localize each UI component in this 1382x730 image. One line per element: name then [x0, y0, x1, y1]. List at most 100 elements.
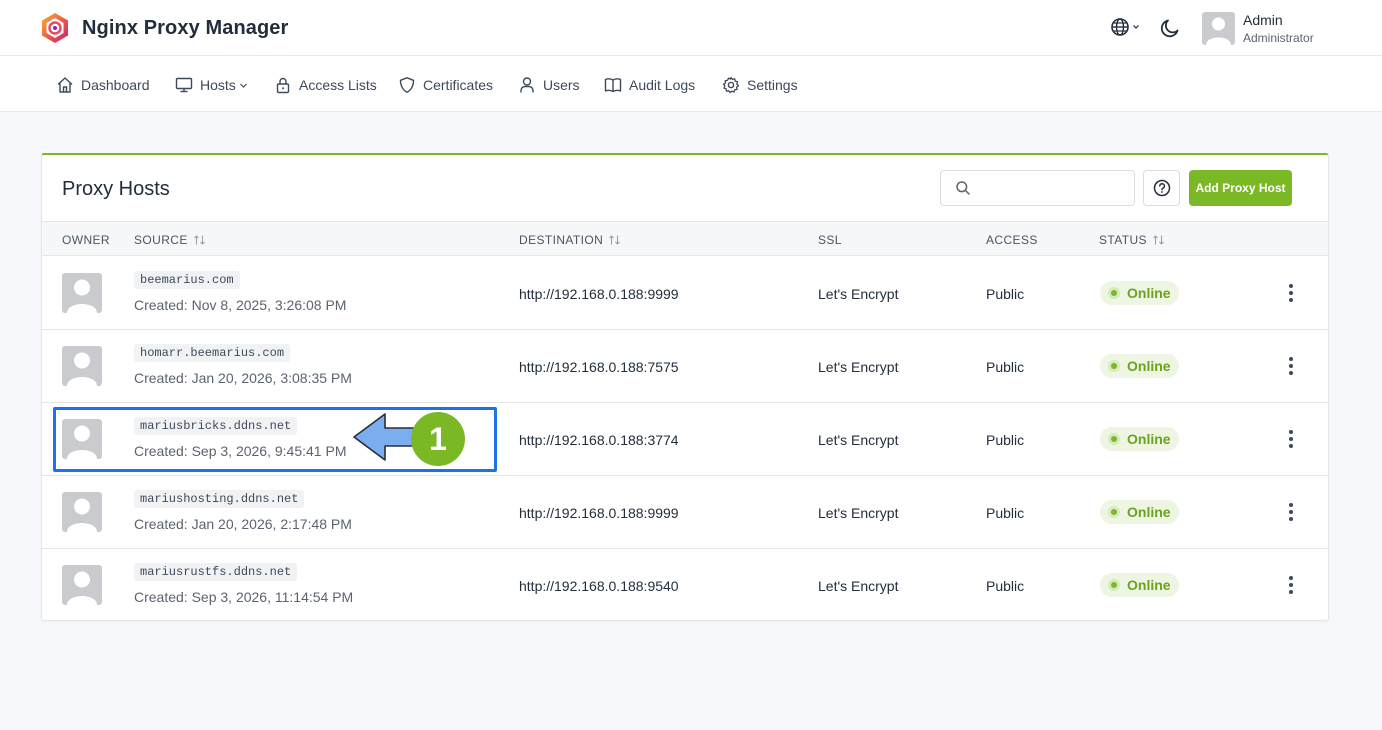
app-title: Nginx Proxy Manager: [82, 16, 289, 39]
status-label: Online: [1127, 577, 1171, 593]
status-badge: Online: [1100, 281, 1179, 305]
table-header: OWNER SOURCE DESTINATION SSL ACCESS STAT…: [42, 221, 1328, 256]
header-source-label: SOURCE: [134, 233, 188, 247]
avatar-placeholder-icon: [1206, 17, 1231, 45]
user-role: Administrator: [1243, 31, 1314, 45]
nav-settings-label: Settings: [747, 77, 798, 93]
access: Public: [986, 432, 1025, 448]
shield-icon: [399, 77, 415, 93]
destination: http://192.168.0.188:3774: [519, 432, 679, 448]
source-domain[interactable]: mariushosting.ddns.net: [134, 490, 305, 508]
table-row[interactable]: mariusrustfs.ddns.net Created: Sep 3, 20…: [42, 549, 1328, 622]
proxy-hosts-card: Proxy Hosts Add Proxy Host OWNER SOURCE …: [41, 153, 1329, 621]
source-domain[interactable]: beemarius.com: [134, 271, 240, 289]
monitor-icon: [175, 77, 193, 93]
created-date: Created: Jan 20, 2026, 2:17:48 PM: [134, 516, 352, 532]
user-avatar[interactable]: [1202, 12, 1235, 45]
nav-audit-logs[interactable]: Audit Logs: [604, 75, 695, 95]
destination: http://192.168.0.188:9999: [519, 505, 679, 521]
ssl: Let's Encrypt: [818, 578, 899, 594]
source-domain[interactable]: mariusrustfs.ddns.net: [134, 563, 298, 581]
source-domain[interactable]: mariusbricks.ddns.net: [134, 417, 298, 435]
user-icon: [520, 77, 534, 93]
table-row[interactable]: homarr.beemarius.com Created: Jan 20, 20…: [42, 330, 1328, 403]
status-badge: Online: [1100, 573, 1179, 597]
nav-certificates[interactable]: Certificates: [398, 75, 493, 95]
globe-icon: [1111, 18, 1129, 36]
chevron-down-icon: [1133, 25, 1139, 29]
status-dot-icon: [1108, 506, 1120, 518]
table-row[interactable]: beemarius.com Created: Nov 8, 2025, 3:26…: [42, 257, 1328, 330]
sort-icon: [193, 235, 205, 245]
card-title: Proxy Hosts: [62, 178, 170, 200]
owner-avatar: [62, 346, 102, 386]
access: Public: [986, 578, 1025, 594]
status-label: Online: [1127, 504, 1171, 520]
nav-settings[interactable]: Settings: [722, 75, 798, 95]
owner-avatar: [62, 273, 102, 313]
nav-users-label: Users: [543, 77, 580, 93]
row-menu-button[interactable]: [1282, 500, 1300, 524]
nav-access-lists[interactable]: Access Lists: [274, 75, 377, 95]
header-owner: OWNER: [62, 233, 110, 247]
access: Public: [986, 505, 1025, 521]
status-label: Online: [1127, 358, 1171, 374]
header-ssl-label: SSL: [818, 233, 842, 247]
help-button[interactable]: [1143, 170, 1180, 206]
header-status[interactable]: STATUS: [1099, 233, 1165, 247]
nav-dashboard-label: Dashboard: [81, 77, 150, 93]
search-input[interactable]: [979, 173, 1129, 203]
status-dot-icon: [1108, 360, 1120, 372]
row-menu-button[interactable]: [1282, 573, 1300, 597]
status-badge: Online: [1100, 427, 1179, 451]
header-ssl: SSL: [818, 233, 842, 247]
header-access: ACCESS: [986, 233, 1038, 247]
nav-hosts[interactable]: Hosts: [175, 75, 255, 95]
nav-hosts-label: Hosts: [200, 77, 236, 93]
ssl: Let's Encrypt: [818, 432, 899, 448]
table-row[interactable]: mariusbricks.ddns.net Created: Sep 3, 20…: [42, 403, 1328, 476]
language-selector[interactable]: [1110, 17, 1140, 37]
main-nav: Dashboard Hosts Access Lists Certificate…: [0, 56, 1382, 112]
nav-dashboard[interactable]: Dashboard: [56, 75, 150, 95]
ssl: Let's Encrypt: [818, 286, 899, 302]
header-destination[interactable]: DESTINATION: [519, 233, 621, 247]
avatar-placeholder-icon: [67, 571, 97, 605]
header-source[interactable]: SOURCE: [134, 233, 206, 247]
status-label: Online: [1127, 431, 1171, 447]
created-date: Created: Nov 8, 2025, 3:26:08 PM: [134, 297, 347, 313]
source-domain[interactable]: homarr.beemarius.com: [134, 344, 291, 362]
add-proxy-host-button[interactable]: Add Proxy Host: [1189, 170, 1292, 206]
created-date: Created: Jan 20, 2026, 3:08:35 PM: [134, 370, 352, 386]
status-dot-icon: [1108, 579, 1120, 591]
created-date: Created: Sep 3, 2026, 9:45:41 PM: [134, 443, 347, 459]
row-menu-button[interactable]: [1282, 281, 1300, 305]
help-icon: [1153, 179, 1170, 197]
gear-icon: [722, 76, 740, 94]
avatar-placeholder-icon: [67, 352, 97, 386]
moon-icon[interactable]: [1158, 16, 1182, 40]
nav-audit-logs-label: Audit Logs: [629, 77, 696, 93]
nav-access-lists-label: Access Lists: [299, 77, 377, 93]
status-dot-icon: [1108, 433, 1120, 445]
top-bar: Nginx Proxy Manager Admin Administrator: [0, 0, 1382, 56]
brand[interactable]: Nginx Proxy Manager: [40, 12, 288, 44]
destination: http://192.168.0.188:9999: [519, 286, 679, 302]
created-date: Created: Sep 3, 2026, 11:14:54 PM: [134, 589, 354, 605]
ssl: Let's Encrypt: [818, 505, 899, 521]
search-box[interactable]: [940, 170, 1135, 206]
table-row[interactable]: mariushosting.ddns.net Created: Jan 20, …: [42, 476, 1328, 549]
avatar-placeholder-icon: [67, 279, 97, 313]
header-destination-label: DESTINATION: [519, 233, 604, 247]
status-badge: Online: [1100, 500, 1179, 524]
destination: http://192.168.0.188:9540: [519, 578, 679, 594]
search-icon: [956, 181, 970, 195]
row-menu-button[interactable]: [1282, 354, 1300, 378]
nav-users[interactable]: Users: [518, 75, 580, 95]
status-badge: Online: [1100, 354, 1179, 378]
owner-avatar: [62, 419, 102, 459]
row-menu-button[interactable]: [1282, 427, 1300, 451]
header-owner-label: OWNER: [62, 233, 110, 247]
header-access-label: ACCESS: [986, 233, 1038, 247]
lock-icon: [276, 77, 290, 94]
